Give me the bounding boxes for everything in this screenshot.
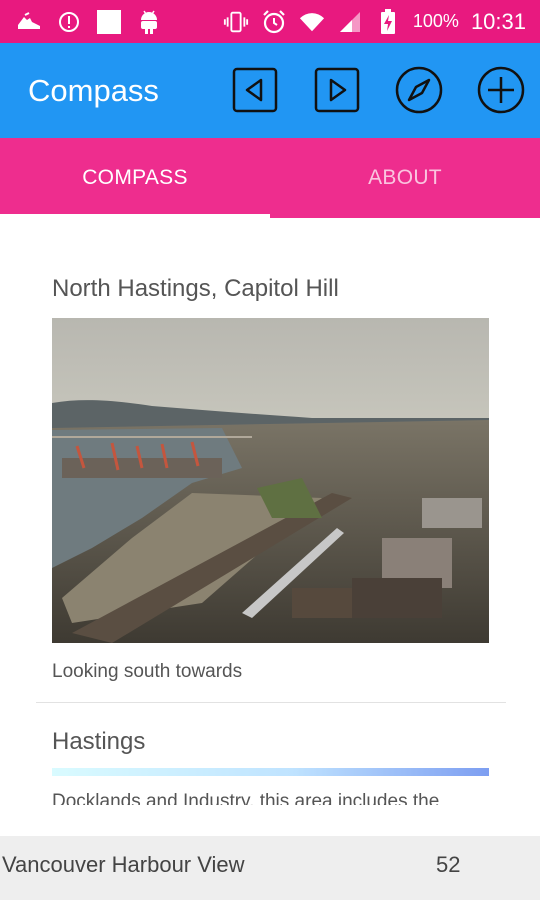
clock: 10:31 [470,8,526,34]
tab-about-label: ABOUT [368,166,442,189]
wifi-icon [299,9,325,35]
vibrate-icon [223,9,249,35]
add-button[interactable] [476,65,526,115]
accent-gradient-bar [52,768,489,776]
tab-compass-label: COMPASS [82,166,188,189]
photo-caption: Looking south towards [52,661,243,682]
bottom-bar-title: Vancouver Harbour View [2,852,245,877]
content-scroll-area[interactable]: North Hastings, Capitol Hill Looking sou… [0,218,540,805]
bottom-bar-count: 52 [436,852,461,877]
section-description: Docklands and Industry, this area includ… [52,791,440,805]
battery-charging-icon [375,8,401,35]
next-button[interactable] [312,65,362,115]
add-icon [477,66,525,114]
compass-button[interactable] [394,65,444,115]
battery-percent: 100% [412,11,459,31]
info-circle-icon [56,9,82,35]
alarm-icon [261,9,287,35]
compass-icon [395,66,443,114]
app-bar: Compass [0,43,540,138]
previous-icon [232,67,278,113]
tab-bar: COMPASS ABOUT [0,138,540,218]
previous-button[interactable] [230,65,280,115]
next-icon [314,67,360,113]
status-bar: 100% 10:31 [0,0,540,43]
app-title: Compass [28,73,159,108]
android-icon [136,9,162,35]
tab-about[interactable]: ABOUT [270,138,540,218]
tab-compass[interactable]: COMPASS [0,138,270,218]
shoe-icon [16,9,42,35]
section-title: Hastings [52,728,146,755]
location-title: North Hastings, Capitol Hill [52,275,339,302]
harbour-photo [52,318,489,643]
divider [36,702,506,703]
bottom-bar: Vancouver Harbour View 52 [0,836,540,900]
white-square-icon [96,9,122,35]
signal-icon [337,9,363,35]
